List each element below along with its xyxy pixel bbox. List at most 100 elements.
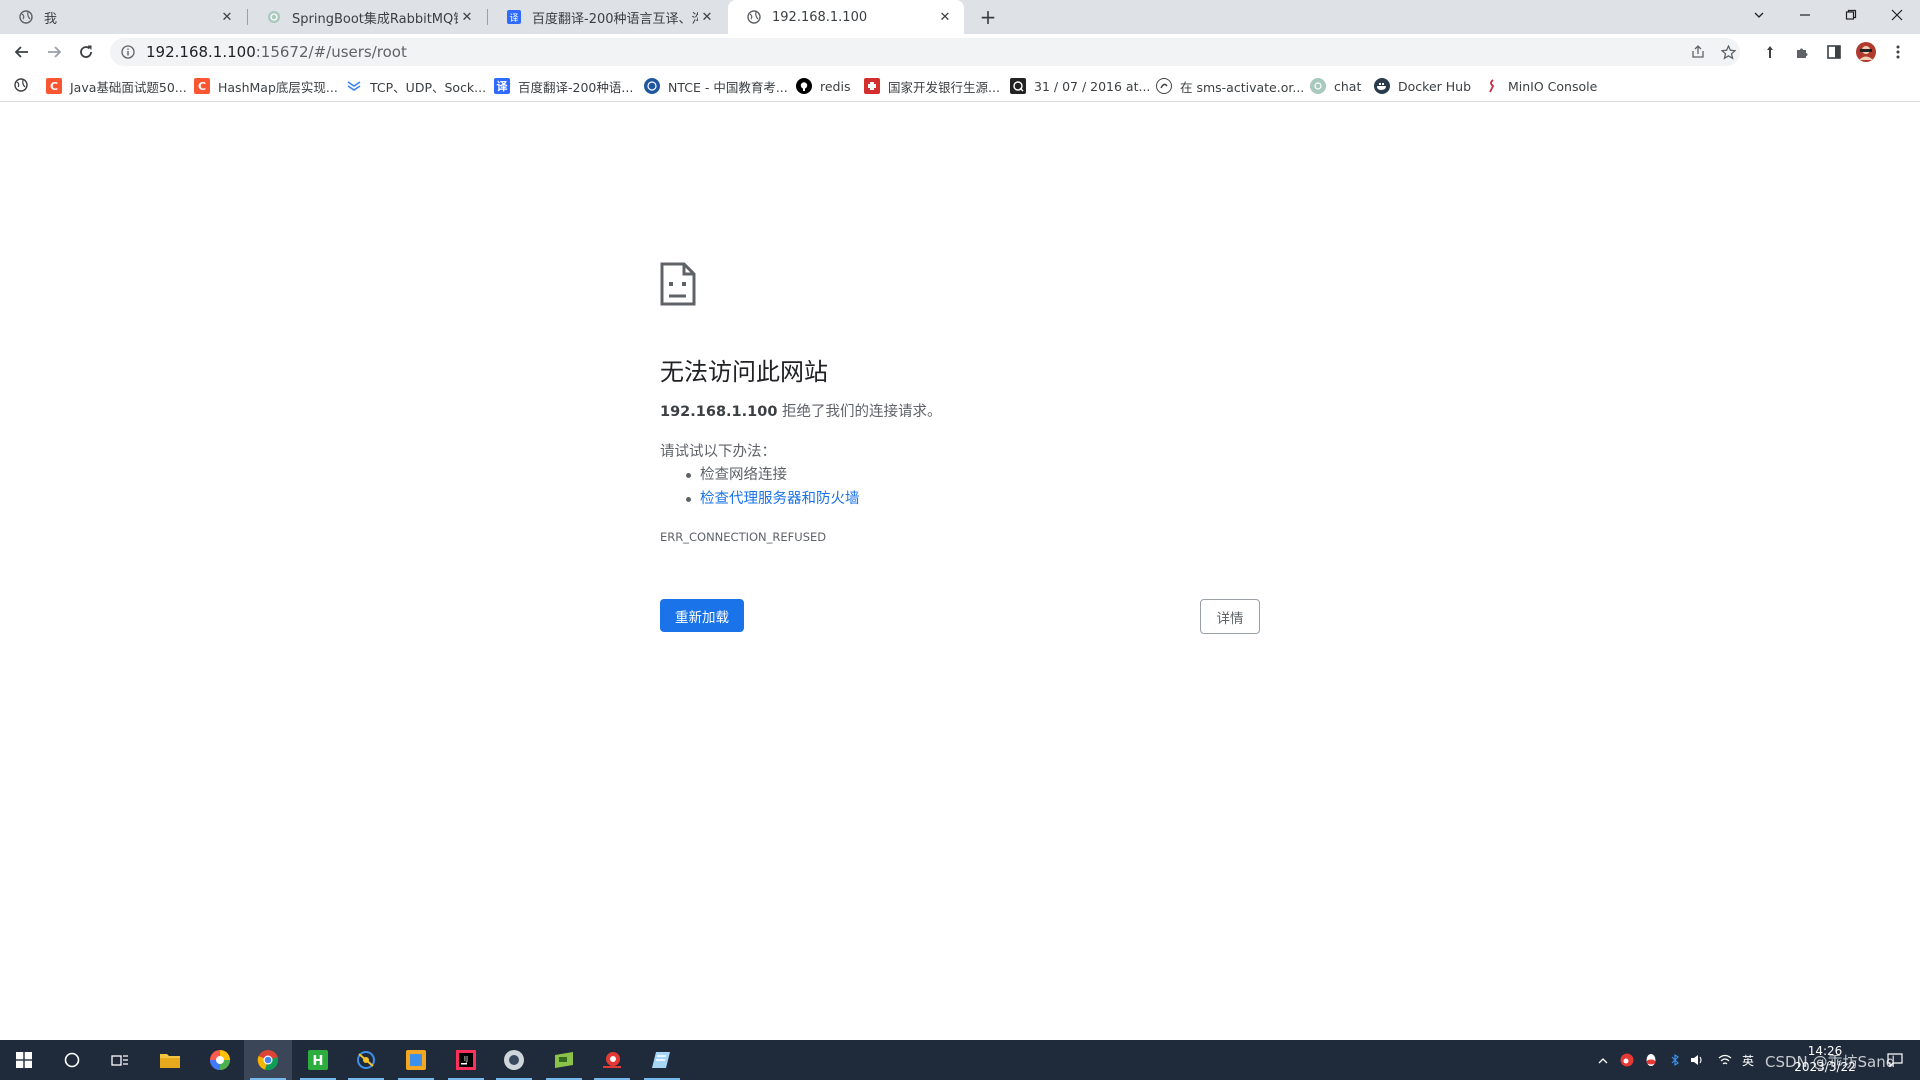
ime-indicator[interactable]: 英 <box>1738 1040 1758 1080</box>
bluetooth-tray-icon[interactable] <box>1664 1040 1686 1080</box>
bookmark-label: 在 sms-activate.or... <box>1180 79 1305 95</box>
csdn-watermark: CSDN @乖坊Sand <box>1765 1053 1896 1071</box>
windows-taskbar: H IJ 英 14:26 2023/3/22 <box>0 1040 1920 1080</box>
suggestion-item: 检查网络连接 <box>686 463 860 487</box>
bookmark-item[interactable]: C Java基础面试题50... <box>46 77 187 95</box>
bookmarks-bar: C Java基础面试题50... C HashMap底层实现... TCP、UD… <box>0 70 1920 102</box>
bank-icon <box>864 78 880 94</box>
bookmark-label: Java基础面试题50... <box>70 79 187 95</box>
forward-button[interactable] <box>40 38 68 66</box>
bookmark-item[interactable]: 国家开发银行生源... <box>864 77 1000 95</box>
bookmark-item[interactable]: MinIO Console <box>1484 77 1597 95</box>
details-button[interactable]: 详情 <box>1200 599 1260 634</box>
tab-3[interactable]: 译 百度翻译-200种语言互译、沟通 ✕ <box>488 0 726 34</box>
reload-button[interactable]: 重新加载 <box>660 599 744 632</box>
bookmark-globe[interactable] <box>14 77 28 95</box>
globe-icon <box>746 9 762 25</box>
close-icon[interactable]: ✕ <box>458 8 476 26</box>
svg-text:译: 译 <box>509 13 518 24</box>
openai-icon <box>266 9 282 25</box>
suggestion-link-proxy[interactable]: 检查代理服务器和防火墙 <box>686 487 860 511</box>
close-window-button[interactable] <box>1874 0 1920 30</box>
close-icon[interactable]: ✕ <box>936 8 954 26</box>
bookmark-label: Docker Hub <box>1398 78 1471 94</box>
url-text: 192.168.1.100:15672/#/users/root <box>146 43 407 61</box>
info-icon[interactable] <box>120 44 136 60</box>
bookmark-label: NTCE - 中国教育考... <box>668 79 788 95</box>
tab-2[interactable]: SpringBoot集成RabbitMQ错误 ✕ <box>248 0 486 34</box>
browser-toolbar: 192.168.1.100:15672/#/users/root <box>0 34 1920 70</box>
windows-start-icon[interactable] <box>0 1040 48 1080</box>
close-icon[interactable]: ✕ <box>218 8 236 26</box>
bookmark-item[interactable]: 在 sms-activate.or... <box>1156 77 1304 95</box>
vm-app-icon[interactable] <box>490 1040 538 1080</box>
error-title: 无法访问此网站 <box>660 358 828 386</box>
tab-strip: 我 ✕ SpringBoot集成RabbitMQ错误 ✕ 译 百度翻译-200种… <box>0 0 1920 34</box>
site-icon <box>1010 78 1026 94</box>
sad-page-icon <box>660 262 696 306</box>
bookmark-item[interactable]: 31 / 07 / 2016 at... <box>1010 77 1150 95</box>
minimize-button[interactable] <box>1782 0 1828 30</box>
qq-tray-icon[interactable] <box>1640 1040 1662 1080</box>
bookmark-item[interactable]: chat <box>1310 77 1361 95</box>
editor-app-icon[interactable] <box>392 1040 440 1080</box>
snail-app-icon[interactable] <box>588 1040 636 1080</box>
tab-4-active[interactable]: 192.168.1.100 ✕ <box>728 0 964 34</box>
error-host: 192.168.1.100 <box>660 404 778 420</box>
task-view-icon[interactable] <box>96 1040 144 1080</box>
tab-title: 我 <box>44 11 58 27</box>
chevron-up-icon[interactable] <box>1594 1040 1612 1080</box>
close-icon[interactable]: ✕ <box>698 8 716 26</box>
menu-icon[interactable] <box>1884 38 1912 66</box>
file-explorer-icon[interactable] <box>146 1040 194 1080</box>
extensions-icon[interactable] <box>1788 38 1816 66</box>
tab-title: 192.168.1.100 <box>772 9 868 25</box>
profile-avatar[interactable] <box>1852 38 1880 66</box>
chrome-icon[interactable] <box>244 1040 292 1080</box>
bookmark-item[interactable]: redis <box>796 77 850 95</box>
reload-icon[interactable] <box>72 38 100 66</box>
bookmark-item[interactable]: 译 百度翻译-200种语... <box>494 77 633 95</box>
colorful-app-icon[interactable] <box>196 1040 244 1080</box>
intellij-icon[interactable]: IJ <box>442 1040 490 1080</box>
bookmark-item[interactable]: TCP、UDP、Sock... <box>346 77 486 95</box>
suggestions-heading: 请试试以下办法： <box>660 444 776 460</box>
openai-icon <box>1310 78 1326 94</box>
bookmark-icon <box>346 78 362 94</box>
new-tab-button[interactable]: + <box>976 5 1000 29</box>
tab-1[interactable]: 我 ✕ <box>0 0 246 34</box>
bookmark-label: chat <box>1334 78 1362 94</box>
bookmark-label: HashMap底层实现... <box>218 79 338 95</box>
address-bar[interactable]: 192.168.1.100:15672/#/users/root <box>110 38 1740 66</box>
ntce-icon <box>644 78 660 94</box>
bookmark-label: TCP、UDP、Sock... <box>370 79 487 95</box>
search-icon[interactable] <box>48 1040 96 1080</box>
error-message-text: 拒绝了我们的连接请求。 <box>782 404 942 420</box>
star-icon[interactable] <box>1714 38 1742 66</box>
network-app-icon[interactable] <box>342 1040 390 1080</box>
wifi-icon[interactable] <box>1714 1040 1736 1080</box>
svg-text:IJ: IJ <box>464 1055 468 1063</box>
share-icon[interactable] <box>1684 38 1712 66</box>
docker-icon <box>1374 78 1390 94</box>
bookmark-item[interactable]: Docker Hub <box>1374 77 1471 95</box>
weibo-tray-icon[interactable] <box>1616 1040 1638 1080</box>
restore-button[interactable] <box>1828 0 1874 30</box>
tab-title: SpringBoot集成RabbitMQ错误 <box>292 11 458 27</box>
notepad-app-icon[interactable] <box>638 1040 686 1080</box>
globe-icon <box>14 77 28 95</box>
tab-search-icon[interactable] <box>1736 0 1782 30</box>
bookmark-item[interactable]: C HashMap底层实现... <box>194 77 338 95</box>
pin-icon[interactable] <box>1756 38 1784 66</box>
error-code: ERR_CONNECTION_REFUSED <box>660 530 827 544</box>
back-button[interactable] <box>8 38 36 66</box>
bookmark-item[interactable]: NTCE - 中国教育考... <box>644 77 788 95</box>
translate-icon: 译 <box>494 78 510 94</box>
url-host: 192.168.1.100 <box>146 43 256 61</box>
terminal-app-icon[interactable] <box>540 1040 588 1080</box>
volume-icon[interactable] <box>1686 1040 1708 1080</box>
hbuilder-icon[interactable]: H <box>294 1040 342 1080</box>
bookmark-label: 百度翻译-200种语... <box>518 79 634 95</box>
side-panel-icon[interactable] <box>1820 38 1848 66</box>
bookmark-label: MinIO Console <box>1508 78 1598 94</box>
